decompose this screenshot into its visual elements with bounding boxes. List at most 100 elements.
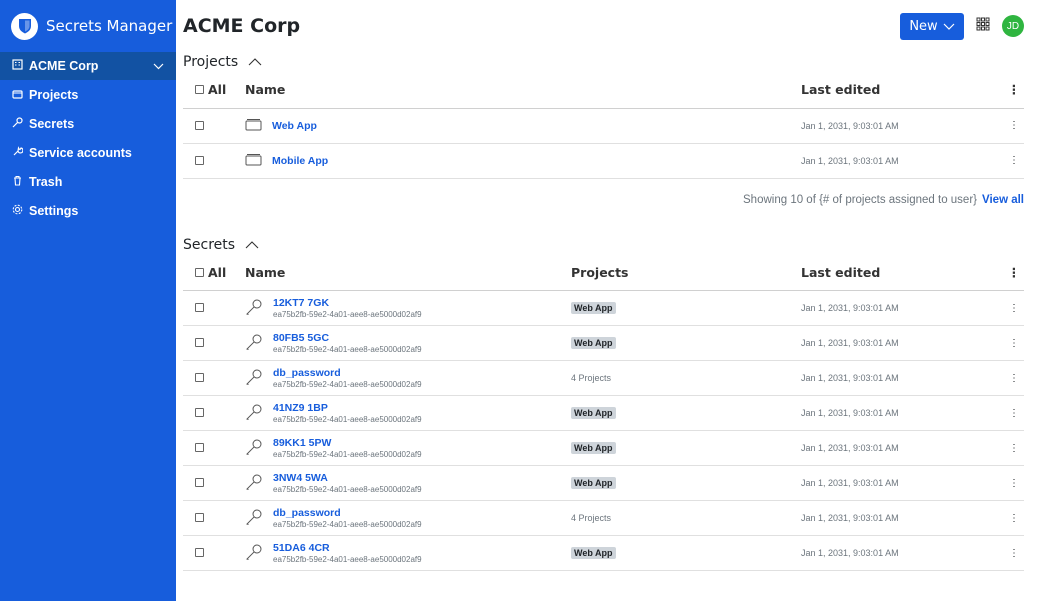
select-all-label: All (208, 82, 227, 98)
row-checkbox[interactable] (195, 443, 204, 453)
sidebar-item-service-accounts[interactable]: Service accounts (0, 138, 176, 167)
project-count: 4 Projects (571, 372, 612, 383)
table-row[interactable]: 12KT7 7GK ea75b2fb-59e2-4a01-aee8-ae5000… (183, 290, 1024, 326)
last-edited-value: Jan 1, 2031, 9:03:01 AM (801, 325, 1004, 361)
name-column-header[interactable]: Name (245, 254, 571, 291)
secret-name-link[interactable]: db_password (273, 507, 422, 519)
project-badge[interactable]: Web App (571, 476, 616, 489)
sidebar-item-label: Trash (29, 174, 63, 189)
last-edited-column-header[interactable]: Last edited (801, 72, 1004, 109)
project-badge[interactable]: Web App (571, 546, 616, 559)
select-all-label: All (208, 264, 227, 280)
row-checkbox[interactable] (195, 548, 204, 558)
showing-summary: Showing 10 of {# of projects assigned to… (183, 179, 1024, 221)
project-count: 4 Projects (571, 512, 612, 523)
new-button[interactable]: New (900, 12, 964, 40)
table-row[interactable]: db_password ea75b2fb-59e2-4a01-aee8-ae50… (183, 360, 1024, 396)
sidebar-item-label: Projects (29, 87, 79, 102)
chevron-up-icon[interactable] (248, 54, 262, 70)
more-options-icon[interactable]: ⋮ (1009, 373, 1019, 384)
table-row[interactable]: 41NZ9 1BP ea75b2fb-59e2-4a01-aee8-ae5000… (183, 395, 1024, 431)
showing-text: Showing 10 of {# of projects assigned to… (743, 193, 978, 206)
secret-name-link[interactable]: 3NW4 5WA (273, 472, 422, 484)
sidebar-item-label: Settings (29, 203, 79, 218)
secrets-section-title: Secrets (183, 236, 236, 253)
table-row[interactable]: 89KK1 5PW ea75b2fb-59e2-4a01-aee8-ae5000… (183, 430, 1024, 466)
project-badge[interactable]: Web App (571, 406, 616, 419)
secret-name-link[interactable]: db_password (273, 367, 422, 379)
table-row[interactable]: 3NW4 5WA ea75b2fb-59e2-4a01-aee8-ae5000d… (183, 465, 1024, 501)
project-badge[interactable]: Web App (571, 441, 616, 454)
sidebar-item-trash[interactable]: Trash (0, 167, 176, 196)
row-checkbox[interactable] (195, 303, 204, 313)
brand[interactable]: Secrets Manager (0, 0, 176, 52)
sidebar-item-secrets[interactable]: Secrets (0, 109, 176, 138)
key-icon (245, 403, 263, 424)
row-checkbox[interactable] (195, 408, 204, 418)
secrets-section-header[interactable]: Secrets (183, 235, 1024, 255)
avatar[interactable]: JD (1002, 15, 1024, 37)
more-options-icon[interactable]: ⋮ (1009, 478, 1019, 489)
secret-id: ea75b2fb-59e2-4a01-aee8-ae5000d02af9 (273, 520, 422, 529)
view-all-link[interactable]: View all (982, 194, 1024, 206)
brand-name: Secrets Manager (46, 17, 173, 35)
sidebar-item-settings[interactable]: Settings (0, 196, 176, 225)
secret-id: ea75b2fb-59e2-4a01-aee8-ae5000d02af9 (273, 450, 422, 459)
secret-name-link[interactable]: 41NZ9 1BP (273, 402, 422, 414)
row-checkbox[interactable] (195, 478, 204, 488)
org-name: ACME Corp (29, 59, 99, 73)
main-content: ACME Corp New JD Projects All Name Last … (176, 0, 1053, 601)
topbar: ACME Corp New JD (183, 0, 1024, 52)
row-checkbox[interactable] (195, 338, 204, 348)
project-badge[interactable]: Web App (571, 336, 616, 349)
row-checkbox[interactable] (195, 513, 204, 523)
secret-id: ea75b2fb-59e2-4a01-aee8-ae5000d02af9 (273, 485, 422, 494)
table-row[interactable]: Web App Jan 1, 2031, 9:03:01 AM ⋮ (183, 108, 1024, 144)
more-options-icon[interactable]: ⋮ (1009, 443, 1019, 454)
more-options-icon[interactable]: ⋮ (1009, 120, 1019, 131)
row-checkbox[interactable] (195, 120, 204, 130)
last-edited-value: Jan 1, 2031, 9:03:01 AM (801, 108, 1004, 144)
last-edited-value: Jan 1, 2031, 9:03:01 AM (801, 143, 1004, 179)
more-options-icon[interactable]: ⋮ (1009, 408, 1019, 419)
project-badge[interactable]: Web App (571, 301, 616, 314)
more-options-icon[interactable]: ⋮ (1009, 513, 1019, 524)
row-checkbox[interactable] (195, 373, 204, 383)
secret-name-link[interactable]: 89KK1 5PW (273, 437, 422, 449)
table-row[interactable]: 51DA6 4CR ea75b2fb-59e2-4a01-aee8-ae5000… (183, 535, 1024, 571)
project-name-link[interactable]: Web App (272, 120, 317, 132)
more-options-icon[interactable]: ⋮ (1009, 338, 1019, 349)
row-checkbox[interactable] (195, 155, 204, 165)
secret-id: ea75b2fb-59e2-4a01-aee8-ae5000d02af9 (273, 310, 422, 319)
key-icon (245, 333, 263, 354)
projects-section-title: Projects (183, 54, 239, 70)
bitwarden-shield-icon (11, 12, 38, 40)
key-icon (245, 508, 263, 529)
sidebar-item-projects[interactable]: Projects (0, 80, 176, 109)
org-switcher[interactable]: ACME Corp (0, 52, 176, 80)
table-row[interactable]: db_password ea75b2fb-59e2-4a01-aee8-ae50… (183, 500, 1024, 536)
last-edited-column-header[interactable]: Last edited (801, 254, 1004, 291)
secret-name-link[interactable]: 12KT7 7GK (273, 297, 422, 309)
table-row[interactable]: 80FB5 5GC ea75b2fb-59e2-4a01-aee8-ae5000… (183, 325, 1024, 361)
chevron-up-icon[interactable] (245, 237, 259, 253)
more-options-icon[interactable]: ⋮ (1008, 82, 1021, 97)
more-options-icon[interactable]: ⋮ (1008, 265, 1021, 280)
select-all-checkbox[interactable] (195, 85, 204, 95)
app-switcher-icon[interactable] (976, 17, 990, 36)
key-icon (245, 298, 263, 319)
chevron-down-icon (153, 59, 164, 73)
secret-name-link[interactable]: 51DA6 4CR (273, 542, 422, 554)
projects-section-header[interactable]: Projects (183, 52, 1024, 72)
select-all-checkbox[interactable] (195, 267, 204, 277)
sidebar: Secrets Manager ACME Corp Projects Secre… (0, 0, 176, 601)
secret-name-link[interactable]: 80FB5 5GC (273, 332, 422, 344)
projects-column-header[interactable]: Projects (571, 254, 801, 291)
name-column-header[interactable]: Name (245, 72, 801, 109)
last-edited-value: Jan 1, 2031, 9:03:01 AM (801, 535, 1004, 571)
more-options-icon[interactable]: ⋮ (1009, 303, 1019, 314)
more-options-icon[interactable]: ⋮ (1009, 155, 1019, 166)
table-row[interactable]: Mobile App Jan 1, 2031, 9:03:01 AM ⋮ (183, 143, 1024, 179)
project-name-link[interactable]: Mobile App (272, 155, 328, 167)
more-options-icon[interactable]: ⋮ (1009, 548, 1019, 559)
